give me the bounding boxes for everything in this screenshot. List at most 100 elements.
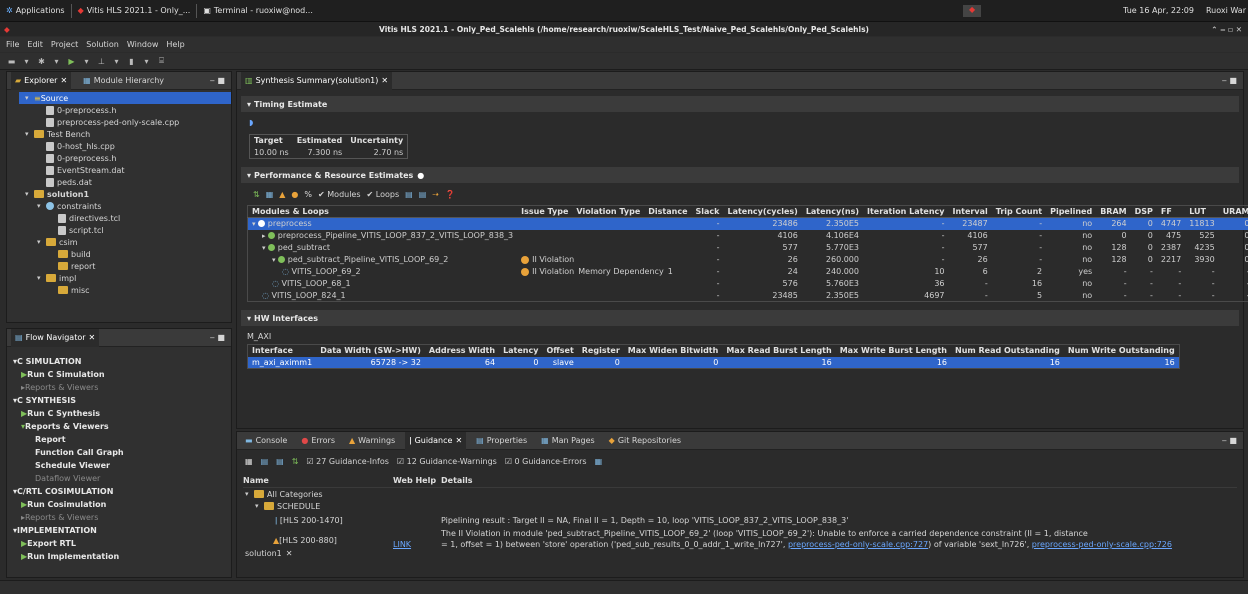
flow-item[interactable]: ▾ C SYNTHESIS	[7, 394, 231, 407]
perf-col-header[interactable]: Iteration Latency	[863, 206, 949, 218]
chart-icon[interactable]: ▮	[126, 56, 137, 67]
export-icon[interactable]: ▤	[276, 457, 284, 466]
expand-caret[interactable]: ▾	[25, 190, 34, 198]
explorer-item[interactable]: 0-preprocess.h	[7, 104, 231, 116]
explorer-item[interactable]: report	[7, 260, 231, 272]
perf-col-header[interactable]: Issue Type	[517, 206, 572, 218]
explorer-item[interactable]: EventStream.dat	[7, 164, 231, 176]
perf-col-header[interactable]: Trip Count	[992, 206, 1046, 218]
task-vitis[interactable]: ◆ Vitis HLS 2021.1 - Only_...	[72, 0, 197, 22]
solution-tab[interactable]: solution1 ✕	[243, 546, 295, 560]
timing-section-header[interactable]: ▾ Timing Estimate	[241, 96, 1239, 112]
flow-item[interactable]: ▶ Run Cosimulation	[7, 498, 231, 511]
explorer-item[interactable]: peds.dat	[7, 176, 231, 188]
explorer-item[interactable]: misc	[7, 284, 231, 296]
source-link-726[interactable]: preprocess-ped-only-scale.cpp:726	[1032, 540, 1172, 549]
expand-caret[interactable]: ▾	[252, 220, 258, 228]
tab-git[interactable]: ◆ Git Repositories	[605, 432, 685, 450]
minimize-icon[interactable]: ‒ ■	[210, 76, 225, 85]
tab-properties[interactable]: ▤ Properties	[472, 432, 531, 450]
expand-caret[interactable]: ▾	[272, 256, 278, 264]
tab-guidance[interactable]: ǀ Guidance ✕	[405, 431, 467, 450]
expand-icon[interactable]: ⇅	[292, 457, 299, 466]
filter-warnings[interactable]: ☑ 12 Guidance-Warnings	[397, 457, 497, 466]
expand-caret[interactable]: ▾	[37, 238, 46, 246]
flow-item[interactable]: ▾ IMPLEMENTATION	[7, 524, 231, 537]
explorer-item[interactable]: ▾ constraints	[7, 200, 231, 212]
minimize-icon[interactable]: ‒ ■	[210, 333, 225, 342]
expand-icon[interactable]: ⇅	[253, 190, 260, 199]
tab-flow-navigator[interactable]: ▤ Flow Navigator ✕	[11, 328, 100, 347]
table-icon[interactable]: ▦	[245, 457, 253, 466]
menu-solution[interactable]: Solution	[86, 40, 119, 49]
hw-col-header[interactable]: Max Write Burst Length	[836, 345, 951, 357]
explorer-item[interactable]: ▾ Test Bench	[7, 128, 231, 140]
warning-icon[interactable]: ▲	[279, 190, 285, 199]
loops-toggle[interactable]: ✔ Loops	[367, 190, 400, 199]
user-name[interactable]: Ruoxi War	[1200, 0, 1248, 22]
error-icon[interactable]: ●	[291, 190, 298, 199]
perf-col-header[interactable]: FF	[1157, 206, 1185, 218]
help-icon[interactable]: ❓	[445, 190, 455, 199]
minimize-icon[interactable]: ‒ ■	[1222, 76, 1237, 85]
settings-icon[interactable]: ✱	[36, 56, 47, 67]
expand-caret[interactable]: ▸	[262, 232, 268, 240]
perf-row[interactable]: ▾ preprocess - 23486 2.350E5 - 23487 - no 264 0 47…	[247, 217, 1248, 230]
explorer-item[interactable]: directives.tcl	[7, 212, 231, 224]
source-link-727[interactable]: preprocess-ped-only-scale.cpp:727	[788, 540, 928, 549]
perf-col-header[interactable]: Latency(ns)	[802, 206, 863, 218]
menu-edit[interactable]: Edit	[27, 40, 43, 49]
close-icon[interactable]: ✕	[60, 76, 67, 85]
terminal-icon[interactable]: ⌸	[156, 56, 167, 67]
perf-row[interactable]: ◌ VITIS_LOOP_68_1-5765.760E336-16no-----	[248, 278, 1248, 290]
hw-col-header[interactable]: Num Read Outstanding	[951, 345, 1064, 357]
task-terminal[interactable]: ▣ Terminal - ruoxiw@nod...	[197, 0, 319, 22]
perf-row[interactable]: ▸ preprocess_Pipeline_VITIS_LOOP_837_2_V…	[248, 230, 1248, 242]
perf-col-header[interactable]: Interval	[949, 206, 992, 218]
flow-item[interactable]: ▶ Run C Synthesis	[7, 407, 231, 420]
hw-section-header[interactable]: ▾ HW Interfaces	[241, 310, 1239, 326]
flow-item[interactable]: ▶ Run C Simulation	[7, 368, 231, 381]
expand-caret[interactable]: ▾	[37, 202, 46, 210]
perf-col-header[interactable]: Distance	[644, 206, 691, 218]
guidance-row-1470[interactable]: ǀ [HLS 200-1470] Pipelining result : Tar…	[243, 512, 1237, 528]
tab-console[interactable]: ▬ Console	[241, 432, 291, 450]
guidance-row-880[interactable]: ▲ [HLS 200-880] LINK The II Violation in…	[243, 528, 1237, 550]
tab-warnings[interactable]: ▲ Warnings	[345, 432, 399, 450]
guidance-tree-schedule[interactable]: ▾ SCHEDULE	[243, 500, 1237, 512]
expand-caret[interactable]: ▾	[262, 244, 268, 252]
menu-project[interactable]: Project	[51, 40, 78, 49]
export-icon[interactable]: ▤	[419, 190, 427, 199]
minimize-icon[interactable]: ‒ ■	[1222, 436, 1237, 445]
copy-icon[interactable]: ▤	[261, 457, 269, 466]
tab-module-hierarchy[interactable]: ▦ Module Hierarchy	[79, 72, 168, 90]
tab-errors[interactable]: ● Errors	[297, 432, 339, 450]
flow-item[interactable]: ▸ Reports & Viewers	[7, 511, 231, 524]
web-help-link[interactable]: LINK	[393, 528, 441, 550]
run-icon[interactable]: ▶	[66, 56, 77, 67]
flow-item[interactable]: ▸ Reports & Viewers	[7, 381, 231, 394]
perf-col-header[interactable]: URAM	[1219, 206, 1248, 218]
hw-col-header[interactable]: Max Read Burst Length	[722, 345, 835, 357]
hw-col-header[interactable]: Address Width	[425, 345, 499, 357]
hw-col-header[interactable]: Offset	[542, 345, 577, 357]
dropdown-icon[interactable]: ▾	[111, 56, 122, 67]
flow-item[interactable]: ▾ C SIMULATION	[7, 355, 231, 368]
applications-menu[interactable]: ✲ Applications	[0, 0, 71, 22]
hw-col-header[interactable]: Num Write Outstanding	[1064, 345, 1179, 357]
tab-explorer[interactable]: ▰ Explorer ✕	[11, 71, 72, 90]
explorer-item[interactable]: build	[7, 248, 231, 260]
perf-col-header[interactable]: BRAM	[1096, 206, 1130, 218]
close-icon[interactable]: ✕	[89, 333, 96, 342]
perf-col-header[interactable]: Slack	[692, 206, 724, 218]
explorer-item[interactable]: 0-preprocess.h	[7, 152, 231, 164]
perf-section-header[interactable]: ▾ Performance & Resource Estimates ●	[241, 167, 1239, 183]
dropdown-icon[interactable]: ▾	[51, 56, 62, 67]
flow-item[interactable]: ▾ Reports & Viewers	[7, 420, 231, 433]
menu-help[interactable]: Help	[166, 40, 184, 49]
flow-item[interactable]: ▶ Run Implementation	[7, 550, 231, 563]
expand-caret[interactable]: ▾	[25, 94, 34, 102]
perf-col-header[interactable]: DSP	[1131, 206, 1157, 218]
perf-row[interactable]: ▾ ped_subtract_Pipeline_VITIS_LOOP_69_2 I…	[248, 254, 1248, 266]
hw-col-header[interactable]: Max Widen Bitwidth	[624, 345, 723, 357]
